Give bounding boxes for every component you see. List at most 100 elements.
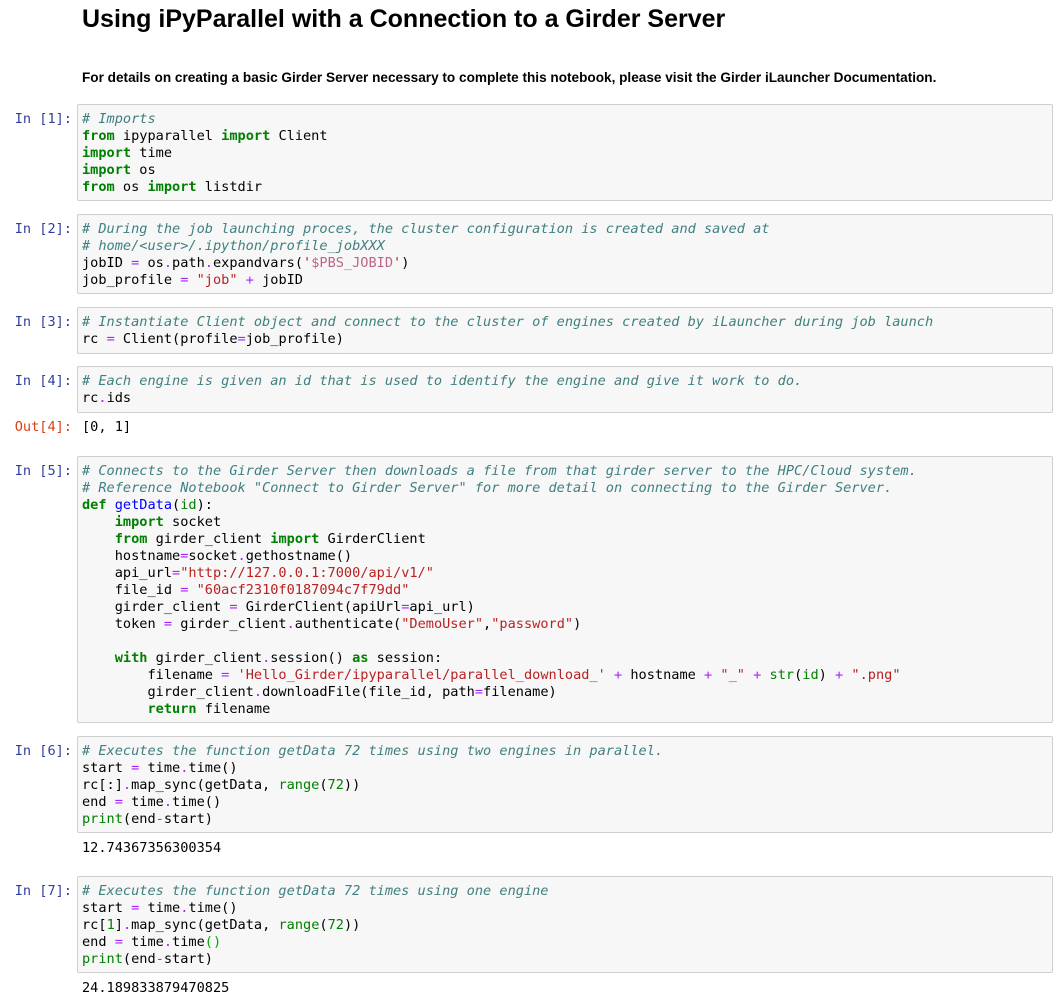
code-token: "http://127.0.0.1:7000/api/v1/" xyxy=(180,565,434,581)
code-token: time xyxy=(122,794,164,810)
code-token: rc xyxy=(82,331,107,347)
code-text[interactable]: # Connects to the Girder Server then dow… xyxy=(82,463,1048,718)
code-text[interactable]: # Executes the function getData 72 times… xyxy=(82,883,1048,968)
intro-text: For details on creating a basic Girder S… xyxy=(82,70,937,85)
code-token: from xyxy=(114,531,148,547)
code-token: # home/<user>/.ipython/profile_jobXXX xyxy=(82,238,385,254)
code-token: . xyxy=(98,390,107,406)
code-token: )) xyxy=(343,777,361,793)
code-editor[interactable]: # Executes the function getData 72 times… xyxy=(77,736,1053,833)
code-token: = xyxy=(172,565,181,581)
code-token: ) xyxy=(573,616,582,632)
code-text[interactable]: # Executes the function getData 72 times… xyxy=(82,743,1048,828)
code-token: time xyxy=(172,934,205,950)
code-token: # Reference Notebook "Connect to Girder … xyxy=(82,480,893,496)
code-token: listdir xyxy=(196,179,263,195)
code-token: - xyxy=(155,811,164,827)
code-token: (end xyxy=(122,951,156,967)
code-token: = xyxy=(163,616,173,632)
code-token: time xyxy=(122,934,164,950)
code-token: start) xyxy=(163,951,213,967)
code-token: os xyxy=(139,162,156,178)
code-token: 'Hello_Girder/ipyparallel/parallel_downl… xyxy=(237,667,606,683)
code-token: = xyxy=(106,331,115,347)
code-editor[interactable]: # Connects to the Girder Server then dow… xyxy=(77,456,1053,723)
code-token: range xyxy=(278,917,320,933)
code-token: authenticate( xyxy=(294,616,402,632)
code-editor[interactable]: # Executes the function getData 72 times… xyxy=(77,876,1053,973)
code-token: - xyxy=(155,951,164,967)
code-token: hostname xyxy=(82,548,181,564)
code-token: Client xyxy=(278,128,328,144)
code-token: map_sync(getData, xyxy=(131,777,279,793)
code-token: ids xyxy=(106,390,132,406)
code-token: + xyxy=(614,667,623,683)
code-token: () xyxy=(204,934,222,950)
code-text[interactable]: # Imports from ipyparallel import Client… xyxy=(82,111,1048,196)
input-prompt: In [2]: xyxy=(14,221,72,237)
code-token: str xyxy=(769,667,795,683)
code-editor[interactable]: # Imports from ipyparallel import Client… xyxy=(77,104,1053,201)
code-token: (end xyxy=(122,811,156,827)
code-token: session: xyxy=(376,650,443,666)
code-token: id xyxy=(802,667,819,683)
code-token: from xyxy=(82,128,115,144)
code-token: api_url) xyxy=(409,599,475,615)
code-token: ( xyxy=(172,497,181,513)
code-token: GirderClient xyxy=(327,531,426,547)
code-token: session() xyxy=(270,650,353,666)
code-token: rc[ xyxy=(82,917,107,933)
notebook-title: Using iPyParallel with a Connection to a… xyxy=(82,5,726,33)
code-token: token xyxy=(82,616,164,632)
code-token: filename xyxy=(196,701,271,717)
code-token: + xyxy=(704,667,713,683)
code-token: 72 xyxy=(327,777,344,793)
code-token: from xyxy=(82,179,115,195)
code-token: ".png" xyxy=(851,667,901,683)
code-text[interactable]: # Each engine is given an id that is use… xyxy=(82,373,1048,407)
code-token: rc[:] xyxy=(82,777,123,793)
code-token: jobID xyxy=(82,255,132,271)
code-token: socket xyxy=(188,548,238,564)
code-text[interactable]: # During the job launching proces, the c… xyxy=(82,221,1048,289)
code-editor[interactable]: # Each engine is given an id that is use… xyxy=(77,366,1053,413)
code-token: girder_client xyxy=(172,616,287,632)
code-token: import xyxy=(82,145,132,161)
code-token: as xyxy=(352,650,369,666)
code-token: import xyxy=(270,531,320,547)
input-prompt: In [6]: xyxy=(14,743,72,759)
code-token: # Instantiate Client object and connect … xyxy=(82,314,934,330)
code-token: import xyxy=(82,162,132,178)
code-token: api_url xyxy=(82,565,173,581)
code-token: path xyxy=(172,255,205,271)
code-token: filename) xyxy=(483,684,557,700)
code-token: # Executes the function getData 72 times… xyxy=(82,883,549,899)
code-token: + xyxy=(245,272,254,288)
code-token: # Each engine is given an id that is use… xyxy=(82,373,803,389)
code-token: start) xyxy=(163,811,213,827)
code-token: # Imports xyxy=(82,111,156,127)
output-text: 12.74367356300354 xyxy=(82,840,222,856)
code-text[interactable]: # Instantiate Client object and connect … xyxy=(82,314,1048,348)
code-token: map_sync(getData, xyxy=(131,917,279,933)
code-token: job_profile xyxy=(82,272,181,288)
code-token: start xyxy=(82,760,132,776)
code-token: end xyxy=(82,794,115,810)
code-token: . xyxy=(122,777,132,793)
code-token: = xyxy=(229,599,238,615)
code-token: . xyxy=(253,684,263,700)
code-token: . xyxy=(163,934,173,950)
code-editor[interactable]: # During the job launching proces, the c… xyxy=(77,214,1053,294)
code-token: girder_client xyxy=(147,531,271,547)
code-editor[interactable]: # Instantiate Client object and connect … xyxy=(77,307,1053,354)
code-token: ( xyxy=(319,917,328,933)
code-token: import xyxy=(221,128,271,144)
code-token: expandvars( xyxy=(212,255,304,271)
